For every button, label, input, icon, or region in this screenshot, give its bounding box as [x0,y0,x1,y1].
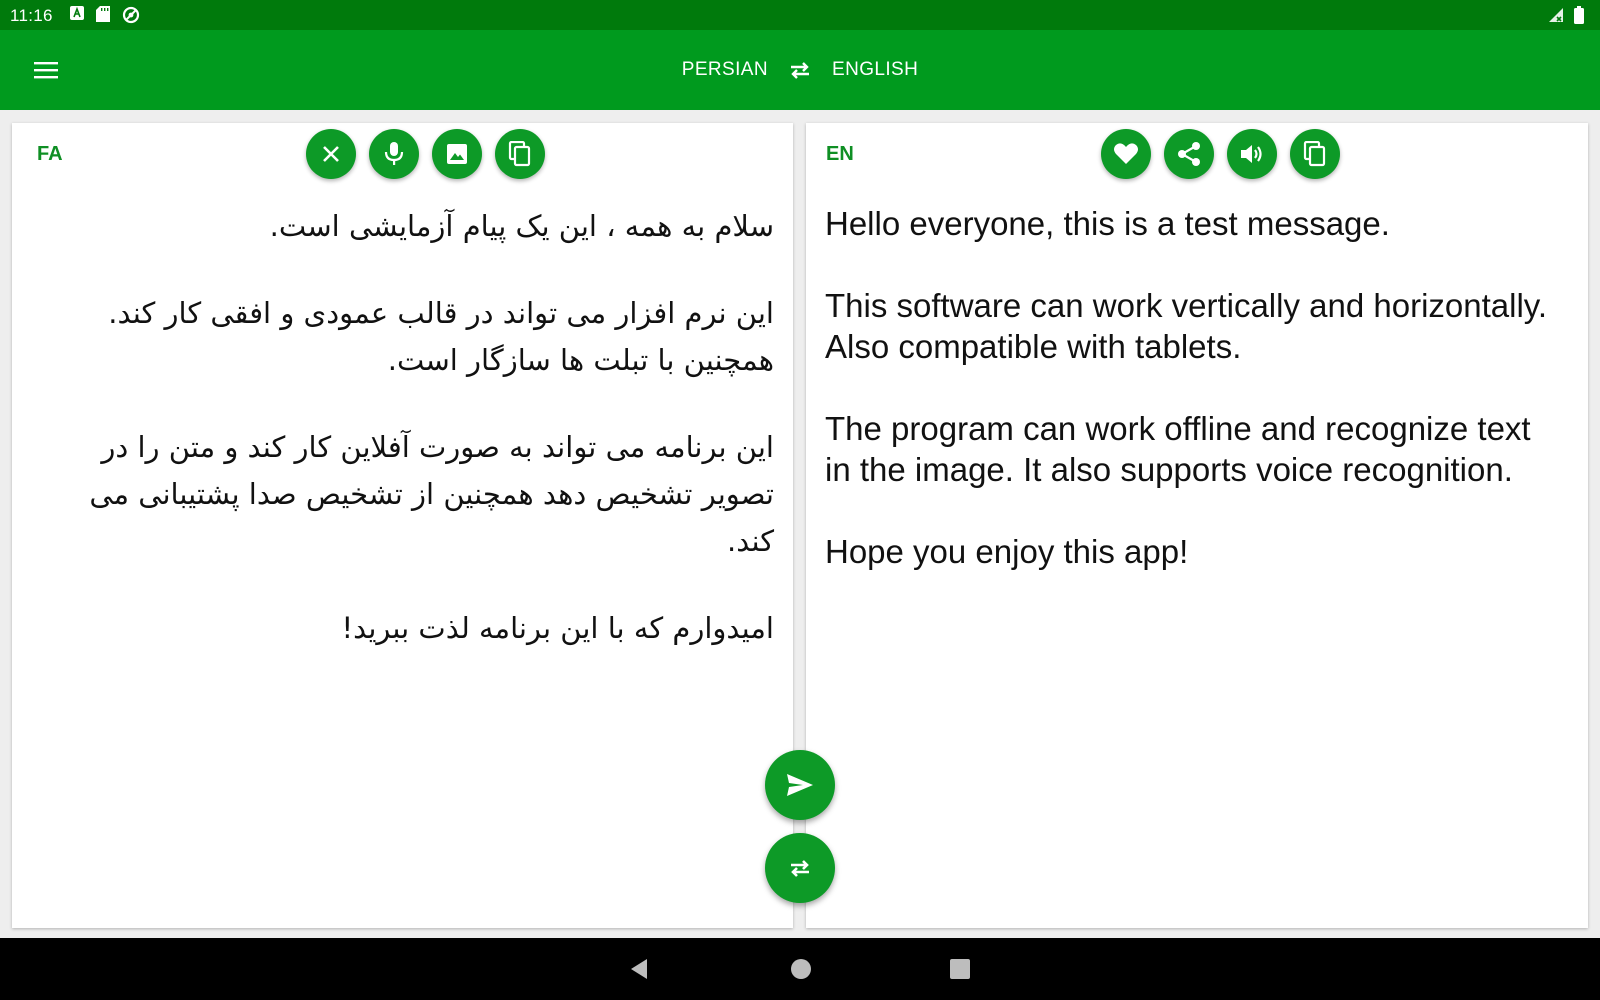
source-panel: FA سلام به همه ، این یک پیام آزمایشی است… [12,123,793,928]
data-saver-icon [122,6,140,29]
translate-button[interactable] [765,750,835,820]
favorite-button[interactable] [1101,129,1151,179]
swap-languages-button[interactable] [788,60,812,80]
swap-text-button[interactable] [765,833,835,903]
status-time: 11:16 [10,6,53,25]
sd-card-icon [96,6,110,29]
source-language-label[interactable]: PERSIAN [682,59,768,81]
target-paragraph: The program can work offline and recogni… [825,410,1531,488]
image-icon [447,144,467,164]
home-circle-icon [791,959,811,979]
source-paragraph: این نرم افزار می تواند در قالب عمودی و ا… [108,296,774,377]
copy-icon [1303,141,1326,167]
recents-square-icon [950,959,970,979]
target-language-label[interactable]: ENGLISH [832,59,918,81]
status-notification-icons [70,6,140,29]
heart-icon [1114,143,1138,164]
status-system-icons [1548,6,1584,29]
source-toolbar [306,129,545,179]
target-lang-code: EN [826,143,854,165]
source-paragraph: امیدوارم که با این برنامه لذت ببرید! [341,611,774,645]
signal-icon [1548,7,1564,28]
swap-icon [791,62,809,79]
back-triangle-icon [631,959,647,979]
source-lang-code: FA [37,143,63,165]
source-paragraph: این برنامه می تواند به صورت آفلاین کار ک… [89,430,774,558]
keyboard-a-icon [70,6,84,29]
image-input-button[interactable] [432,129,482,179]
clear-button[interactable] [306,129,356,179]
recents-button[interactable] [949,958,971,985]
copy-icon [508,141,531,167]
send-icon [787,774,813,796]
home-button[interactable] [790,958,812,985]
language-switcher: PERSIAN ENGLISH [0,30,1600,110]
navigation-bar [0,938,1600,1000]
target-panel: EN Hello everyone, this is a test messag… [806,123,1588,928]
target-text[interactable]: Hello everyone, this is a test message. … [825,203,1548,613]
share-button[interactable] [1164,129,1214,179]
mic-icon [384,142,404,165]
voice-input-button[interactable] [369,129,419,179]
copy-target-button[interactable] [1290,129,1340,179]
speak-button[interactable] [1227,129,1277,179]
copy-source-button[interactable] [495,129,545,179]
swap-icon [791,860,809,877]
target-toolbar [1101,129,1340,179]
back-button[interactable] [629,958,649,985]
app-bar: PERSIAN ENGLISH [0,30,1600,110]
status-bar: 11:16 [0,0,1600,30]
share-icon [1178,142,1200,166]
target-paragraph: This software can work vertically and ho… [825,287,1548,365]
battery-icon [1574,6,1584,29]
target-paragraph: Hope you enjoy this app! [825,533,1189,570]
close-icon [323,146,339,162]
target-paragraph: Hello everyone, this is a test message. [825,205,1390,242]
source-text[interactable]: سلام به همه ، این یک پیام آزمایشی است. ا… [37,203,774,692]
source-paragraph: سلام به همه ، این یک پیام آزمایشی است. [269,209,774,243]
speaker-icon [1241,145,1262,163]
